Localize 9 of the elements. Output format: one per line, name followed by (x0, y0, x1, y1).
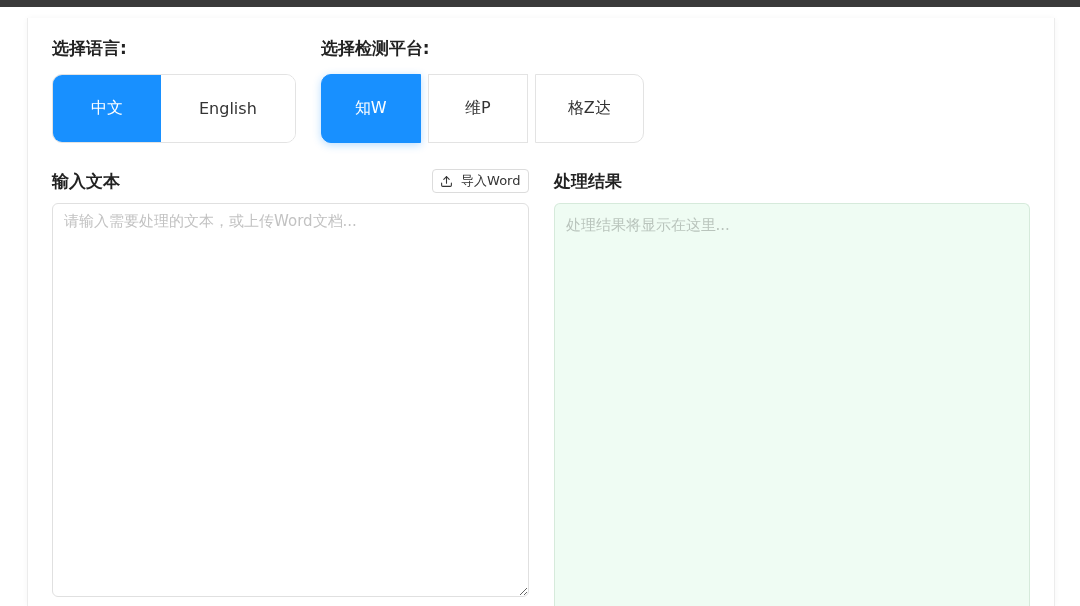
platform-label: 选择检测平台: (320, 37, 430, 59)
result-title: 处理结果 (553, 170, 622, 193)
platform-option-button[interactable]: 格Z达 (534, 74, 644, 143)
language-label: 选择语言: (52, 37, 127, 59)
input-title: 输入文本 (52, 170, 120, 193)
import-word-button[interactable]: 导入Word (432, 169, 529, 193)
platform-option-button[interactable]: 维P (427, 74, 528, 143)
text-input-field[interactable]: 请输入需要处理的文本，或上传Word文档... (52, 203, 529, 597)
upload-icon (440, 174, 454, 188)
